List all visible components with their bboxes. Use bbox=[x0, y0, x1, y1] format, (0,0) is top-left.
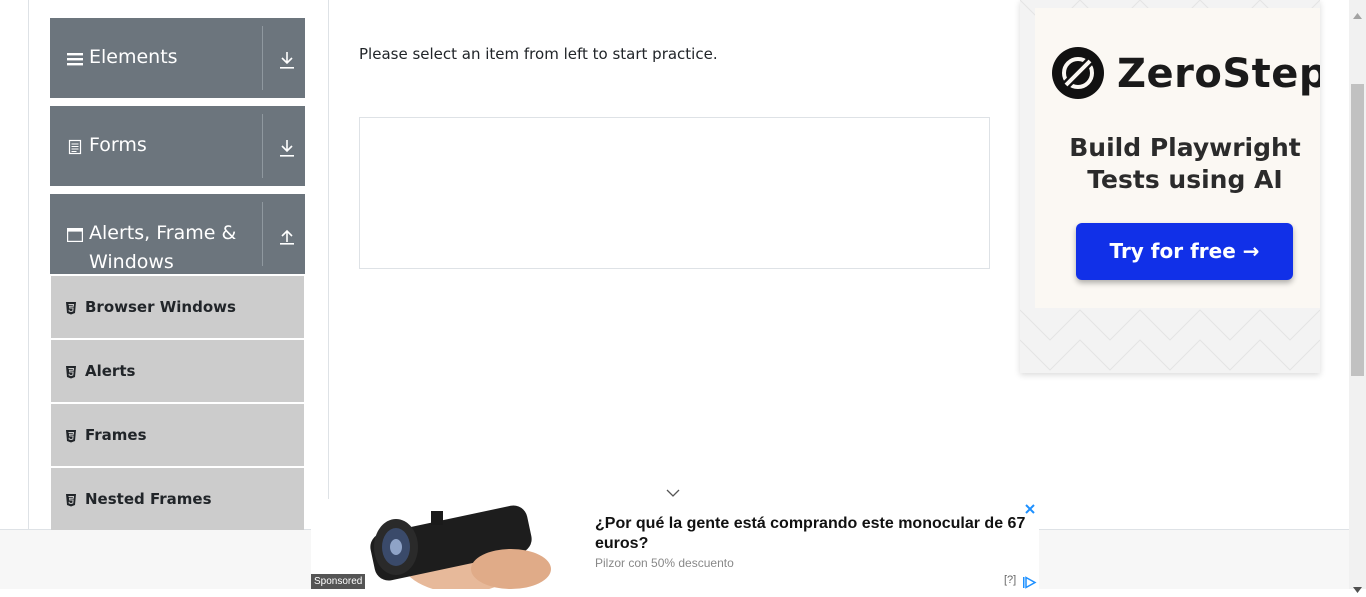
practice-area bbox=[359, 117, 990, 269]
menu-item-label: Alerts bbox=[85, 362, 136, 380]
zerostep-logo-icon bbox=[1051, 46, 1105, 100]
menu-item-label: Browser Windows bbox=[85, 298, 236, 316]
group-divider bbox=[262, 26, 263, 90]
sidebar-left-border bbox=[28, 0, 29, 529]
scrollbar-thumb[interactable] bbox=[1351, 84, 1364, 376]
collapse-up-icon[interactable] bbox=[278, 226, 296, 246]
side-advertisement[interactable]: ZeroStep Build Playwright Tests using AI… bbox=[1020, 0, 1320, 373]
html5-icon bbox=[65, 364, 77, 379]
menu-item-frames[interactable]: Frames bbox=[51, 404, 304, 466]
group-divider bbox=[262, 202, 263, 266]
html5-icon bbox=[65, 492, 77, 507]
practice-instruction: Please select an item from left to start… bbox=[359, 45, 718, 63]
menu-item-alerts[interactable]: Alerts bbox=[51, 340, 304, 402]
window-icon bbox=[67, 227, 84, 243]
try-for-free-button[interactable]: Try for free → bbox=[1076, 223, 1293, 280]
bottom-advertisement[interactable]: Sponsored ¿Por qué la gente está compran… bbox=[311, 499, 1039, 589]
ad-headline[interactable]: ¿Por qué la gente está comprando este mo… bbox=[595, 514, 1035, 554]
sidebar-right-border bbox=[328, 0, 329, 529]
ad-choices-icon[interactable] bbox=[1022, 574, 1037, 589]
document-icon bbox=[67, 139, 83, 155]
chevron-down-icon[interactable] bbox=[665, 484, 681, 497]
close-icon[interactable] bbox=[1023, 501, 1037, 515]
menu-item-label: Frames bbox=[85, 426, 147, 444]
group-header-elements[interactable]: Elements bbox=[50, 18, 305, 98]
html5-icon bbox=[65, 300, 77, 315]
hamburger-icon bbox=[67, 51, 83, 67]
zerostep-brand: ZeroStep bbox=[1117, 51, 1320, 97]
menu-item-nested-frames[interactable]: Nested Frames bbox=[51, 468, 304, 530]
expand-down-icon[interactable] bbox=[278, 138, 296, 158]
group-divider bbox=[262, 114, 263, 178]
scroll-down-arrow-icon[interactable] bbox=[1353, 578, 1362, 593]
expand-down-icon[interactable] bbox=[278, 50, 296, 70]
group-header-forms[interactable]: Forms bbox=[50, 106, 305, 186]
html5-icon bbox=[65, 428, 77, 443]
menu-item-label: Nested Frames bbox=[85, 490, 212, 508]
menu-item-browser-windows[interactable]: Browser Windows bbox=[51, 276, 304, 338]
scroll-up-arrow-icon[interactable] bbox=[1353, 4, 1362, 19]
zerostep-card: ZeroStep Build Playwright Tests using AI… bbox=[1035, 8, 1320, 308]
group-title-forms: Forms bbox=[89, 134, 147, 156]
group-title-alerts-frame-windows: Alerts, Frame & Windows bbox=[89, 222, 237, 273]
ad-help-link[interactable]: [?] bbox=[1004, 574, 1016, 586]
ad-source[interactable]: Pilzor con 50% descuento bbox=[595, 556, 734, 570]
group-header-alerts-frame-windows[interactable]: Alerts, Frame & Windows bbox=[50, 194, 305, 274]
group-title-elements: Elements bbox=[89, 46, 178, 68]
ad-tagline: Build Playwright Tests using AI bbox=[1069, 133, 1301, 194]
sponsored-badge: Sponsored bbox=[311, 574, 366, 589]
